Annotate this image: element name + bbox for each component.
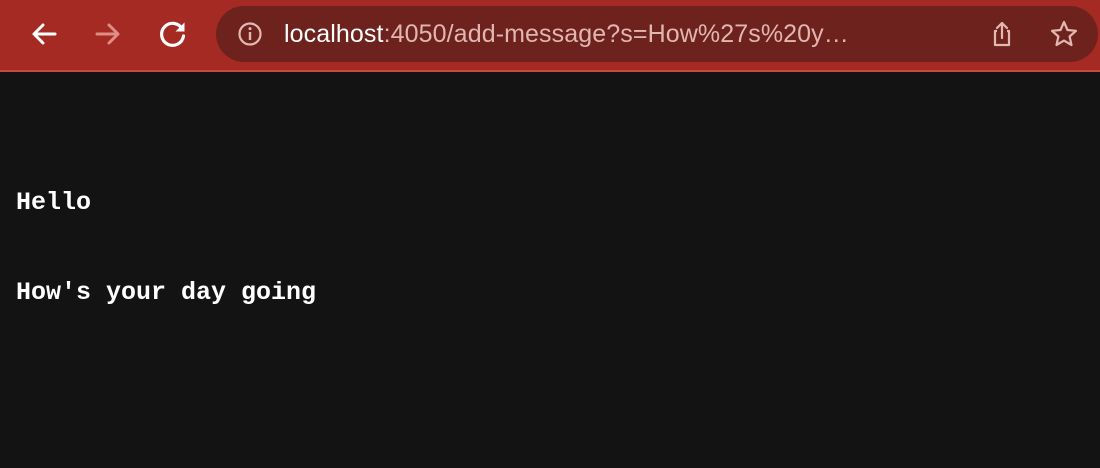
forward-button[interactable] (85, 11, 131, 57)
share-icon (993, 21, 1011, 47)
url-host: localhost (284, 20, 384, 48)
reload-icon (160, 21, 186, 47)
arrow-left-icon (32, 23, 57, 45)
message-line: Hello (16, 188, 92, 217)
browser-toolbar: localhost:4050/add-message?s=How%27s%20y… (0, 0, 1100, 72)
star-icon (1050, 20, 1078, 47)
info-icon[interactable] (237, 21, 263, 47)
arrow-right-icon (95, 23, 120, 45)
message-line: How's your day going (16, 278, 317, 307)
reload-button[interactable] (150, 11, 196, 57)
url-text[interactable]: localhost:4050/add-message?s=How%27s%20y… (284, 18, 964, 50)
page-content: Hello How's your day going (16, 128, 316, 338)
url-path: :4050/add-message?s=How%27s%20y… (383, 20, 849, 48)
share-button[interactable] (984, 16, 1020, 52)
back-button[interactable] (21, 11, 67, 57)
bookmark-button[interactable] (1046, 16, 1082, 52)
address-bar[interactable]: localhost:4050/add-message?s=How%27s%20y… (216, 6, 1098, 62)
